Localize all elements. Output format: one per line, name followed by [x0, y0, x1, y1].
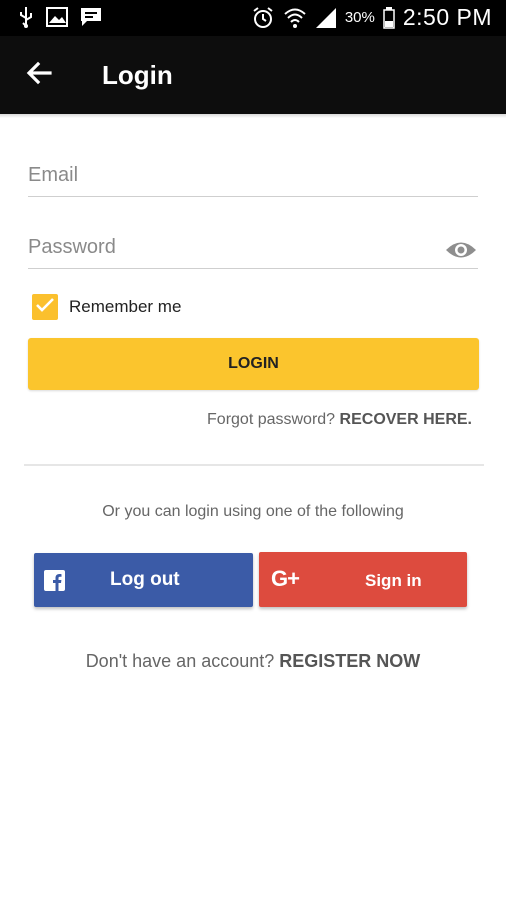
alarm-icon	[251, 6, 275, 30]
arrow-left-icon	[26, 61, 52, 90]
forgot-password-row: Forgot password? RECOVER HERE.	[207, 411, 472, 429]
checkmark-icon	[35, 297, 55, 318]
recover-here-link[interactable]: RECOVER HERE.	[340, 411, 472, 428]
register-text: Don't have an account?	[85, 651, 275, 671]
clock: 2:50 PM	[402, 4, 492, 30]
battery-icon	[383, 6, 395, 29]
page-title: Login	[102, 60, 173, 90]
usb-icon	[18, 6, 34, 28]
register-now-link[interactable]: REGISTER NOW	[279, 651, 420, 671]
google-plus-button-label: Sign in	[365, 571, 422, 590]
eye-icon[interactable]	[444, 238, 478, 264]
image-icon	[46, 7, 68, 27]
google-plus-icon: G+	[271, 566, 300, 591]
password-field-container	[28, 236, 478, 269]
login-button[interactable]: LOGIN	[28, 338, 479, 390]
app-bar-shadow	[0, 114, 506, 118]
message-icon	[80, 7, 102, 27]
facebook-icon	[44, 570, 65, 591]
back-button[interactable]	[22, 58, 56, 92]
google-plus-button[interactable]: G+ Sign in	[259, 552, 467, 607]
status-bar: 30% 2:50 PM	[0, 0, 506, 36]
remember-me-label: Remember me	[69, 297, 182, 316]
facebook-button-label: Log out	[110, 569, 180, 590]
wifi-icon	[283, 6, 307, 30]
divider	[24, 464, 484, 466]
password-field[interactable]	[28, 236, 428, 259]
app-bar: Login	[0, 36, 506, 114]
signal-icon	[315, 7, 337, 29]
email-field[interactable]	[28, 164, 478, 187]
social-login-intro: Or you can login using one of the follow…	[102, 503, 404, 520]
register-row: Don't have an account? REGISTER NOW	[0, 651, 506, 672]
battery-percent: 30%	[344, 9, 375, 26]
remember-me-row: Remember me	[32, 294, 181, 320]
email-field-container	[28, 164, 478, 197]
facebook-button[interactable]: Log out	[34, 553, 253, 607]
forgot-password-text: Forgot password?	[207, 411, 336, 428]
remember-me-checkbox[interactable]	[32, 294, 58, 320]
